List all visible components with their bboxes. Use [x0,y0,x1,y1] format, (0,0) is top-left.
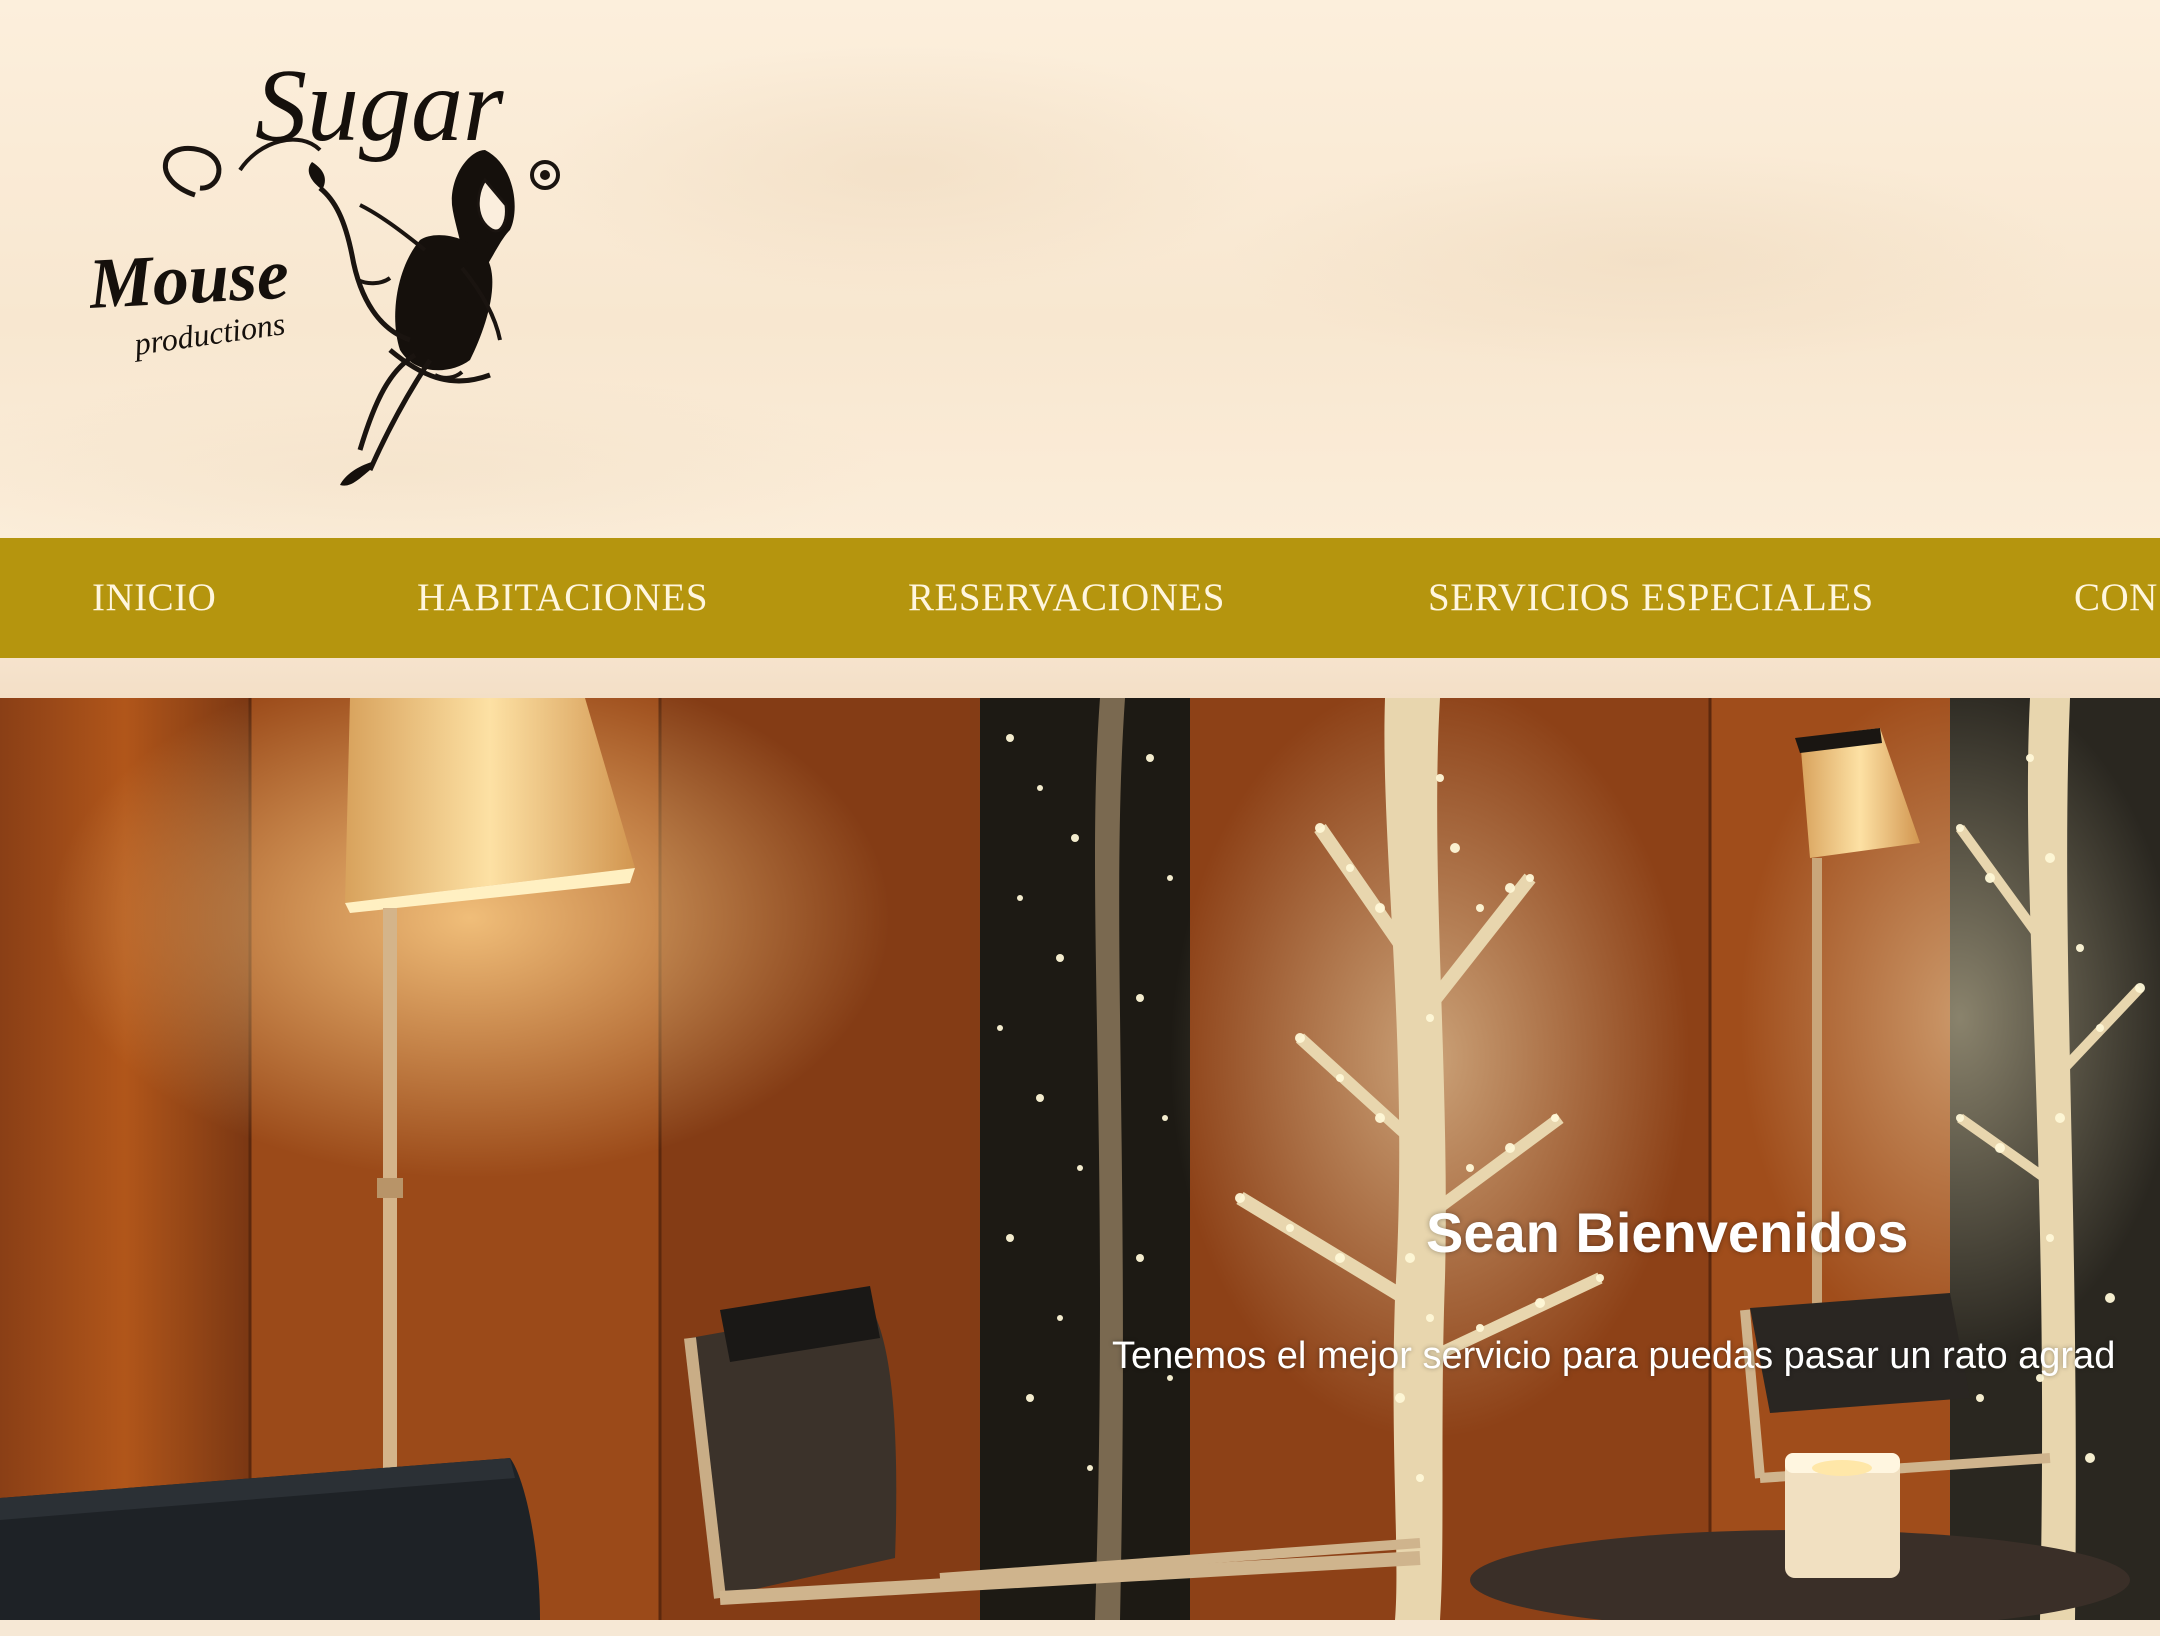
page-bottom-band [0,1620,2160,1636]
site-header: Sugar Mouse productions [0,0,2160,538]
hero-image [0,698,2160,1620]
nav-item-contacto[interactable]: CON [2074,538,2158,658]
hero-subtitle: Tenemos el mejor servicio para puedas pa… [1112,1335,2116,1377]
hero-title: Sean Bienvenidos [1426,1201,1909,1264]
nav-item-inicio[interactable]: INICIO [92,538,216,658]
sugar-mouse-logo[interactable]: Sugar Mouse productions [90,30,590,500]
hero-banner: Sean Bienvenidos Tenemos el mejor servic… [0,698,2160,1620]
nav-item-servicios-especiales[interactable]: SERVICIOS ESPECIALES [1428,538,1874,658]
nav-item-habitaciones[interactable]: HABITACIONES [417,538,708,658]
nav-item-reservaciones[interactable]: RESERVACIONES [908,538,1225,658]
logo-word-sugar: Sugar [255,48,504,163]
main-nav: INICIO HABITACIONES RESERVACIONES SERVIC… [0,538,2160,658]
nav-shadow-strip [0,658,2160,698]
